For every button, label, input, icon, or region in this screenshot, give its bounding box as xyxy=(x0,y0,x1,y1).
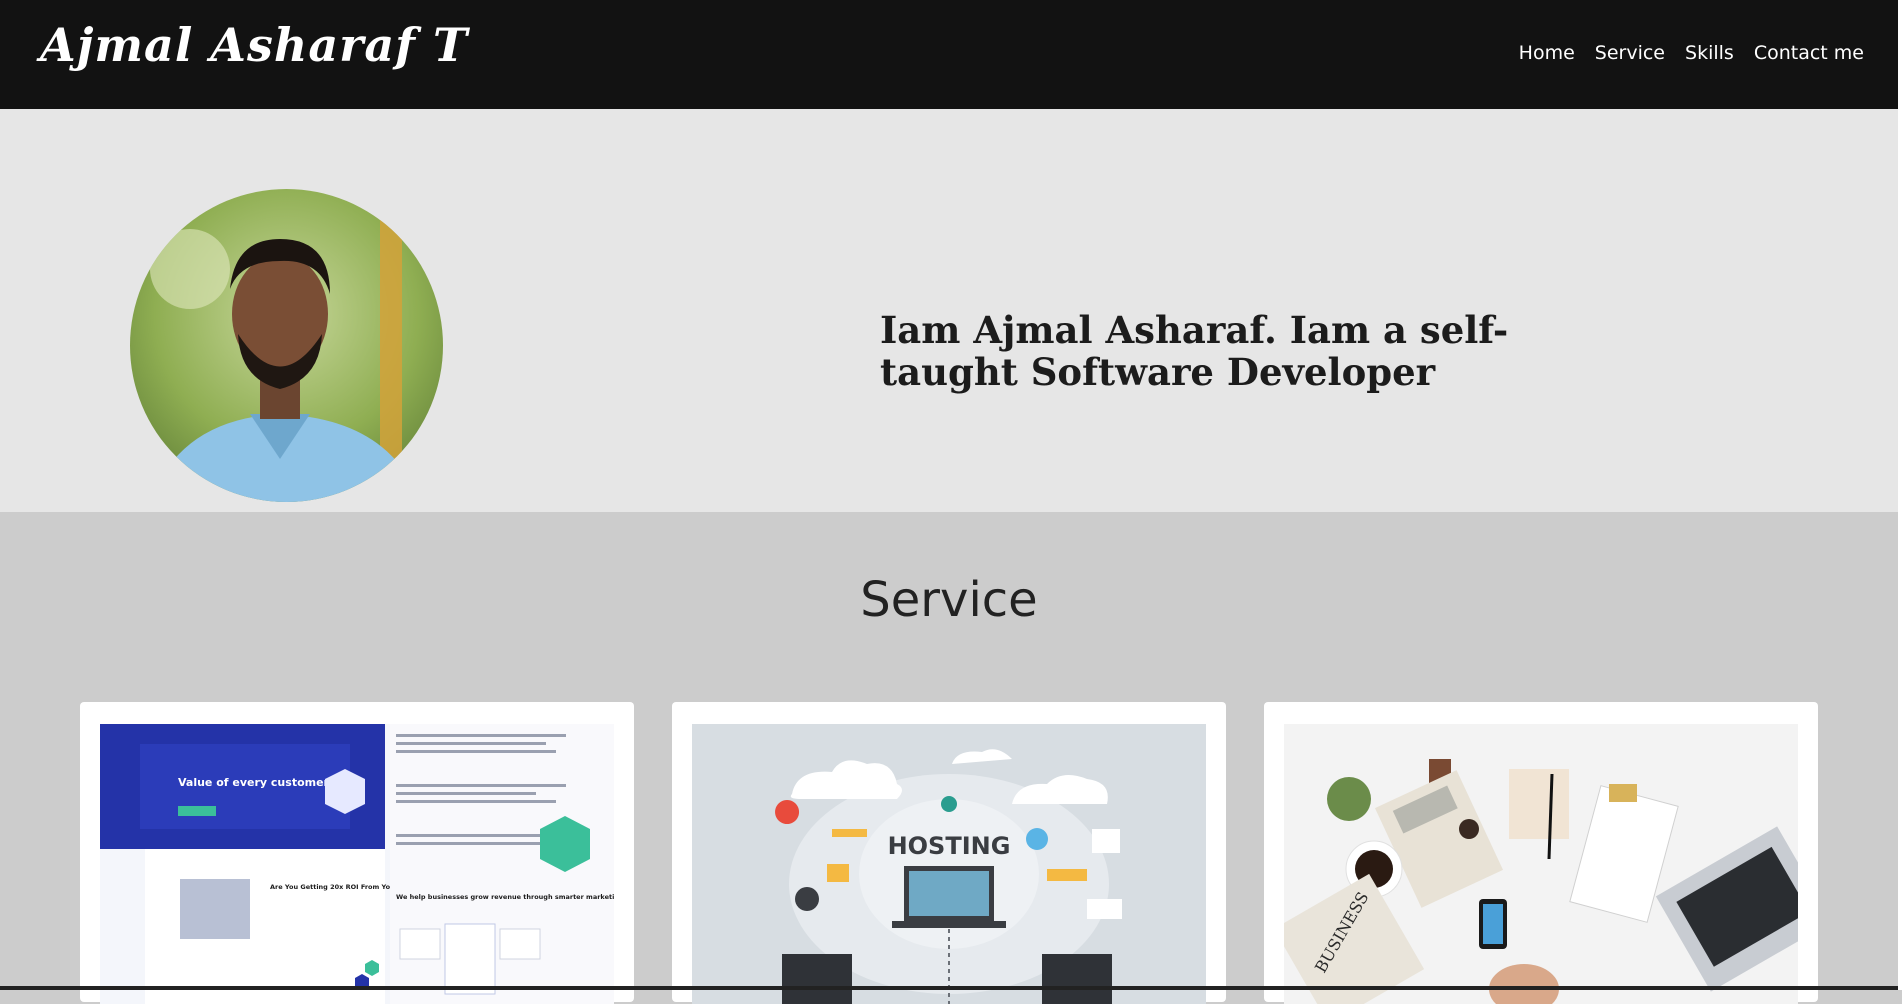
service-card-image: HOSTING xyxy=(692,724,1206,1004)
nav-skills-link[interactable]: Skills xyxy=(1685,42,1734,64)
nav-contact-link[interactable]: Contact me xyxy=(1754,42,1864,64)
profile-avatar xyxy=(130,189,443,502)
service-section: Service Value of every customer. Are You… xyxy=(0,512,1898,1004)
hero-headline: Iam Ajmal Asharaf. Iam a self-taught Sof… xyxy=(880,308,1509,394)
hero-section: Iam Ajmal Asharaf. Iam a self-taught Sof… xyxy=(0,109,1898,512)
bottom-border xyxy=(0,986,1898,990)
service-heading: Service xyxy=(860,572,1038,628)
service-card-business[interactable]: BUSINESS xyxy=(1264,702,1818,1004)
service-card-web[interactable]: Value of every customer. Are You Getting… xyxy=(80,702,634,1004)
image-text-3: We help businesses grow revenue through … xyxy=(396,893,614,901)
nav-home-link[interactable]: Home xyxy=(1519,42,1575,64)
main-nav: Home Service Skills Contact me xyxy=(1519,42,1864,64)
service-card-image: Value of every customer. Are You Getting… xyxy=(100,724,614,1004)
service-card-hosting[interactable]: HOSTING xyxy=(672,702,1226,1004)
brand-logo-text[interactable]: Ajmal Asharaf T xyxy=(40,18,468,72)
page-scrollbar[interactable] xyxy=(1898,0,1902,990)
image-text-1: Value of every customer. xyxy=(178,776,332,789)
image-text-hosting: HOSTING xyxy=(888,832,1011,860)
nav-service-link[interactable]: Service xyxy=(1595,42,1665,64)
top-navbar: Ajmal Asharaf T Home Service Skills Cont… xyxy=(0,0,1898,109)
service-card-image: BUSINESS xyxy=(1284,724,1798,1004)
